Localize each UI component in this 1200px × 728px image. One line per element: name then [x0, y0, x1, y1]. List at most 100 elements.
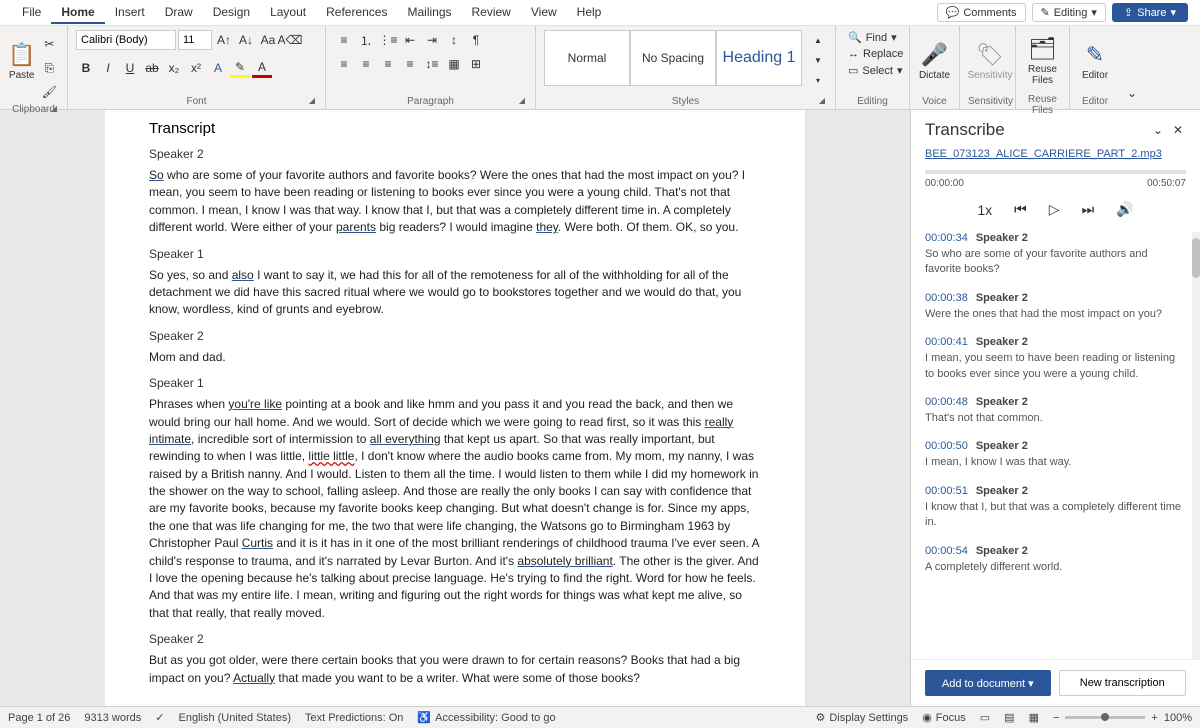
shrink-font-icon[interactable]: A↓ [236, 30, 256, 50]
show-marks-icon[interactable]: ¶ [466, 30, 486, 50]
menu-review[interactable]: Review [462, 2, 521, 24]
dialog-launcher-icon[interactable]: ◢ [819, 96, 825, 105]
zoom-in-icon[interactable]: + [1151, 712, 1157, 724]
audio-file-link[interactable]: BEE_073123_ALICE_CARRIERE_PART_2.mp3 [911, 144, 1200, 164]
bullets-icon[interactable]: ≡ [334, 30, 354, 50]
read-mode-icon[interactable]: ▭ [980, 711, 990, 724]
dialog-launcher-icon[interactable]: ◢ [519, 96, 525, 105]
strike-icon[interactable]: ab [142, 58, 162, 78]
line-spacing-icon[interactable]: ↕≡ [422, 54, 442, 74]
menu-layout[interactable]: Layout [260, 2, 316, 24]
entry-timestamp[interactable]: 00:00:50 [925, 440, 968, 452]
styles-more-icon[interactable]: ▾ [808, 70, 828, 90]
paste-button[interactable]: 📋Paste [8, 30, 35, 92]
grow-font-icon[interactable]: A↑ [214, 30, 234, 50]
menu-view[interactable]: View [521, 2, 567, 24]
skip-back-icon[interactable]: ⏮ [1014, 201, 1027, 218]
collapse-ribbon-icon[interactable]: ⌄ [1122, 83, 1142, 103]
align-center-icon[interactable]: ≡ [356, 54, 376, 74]
transcript-entry[interactable]: 00:00:41Speaker 2I mean, you seem to hav… [925, 336, 1186, 382]
style-heading1[interactable]: Heading 1 [716, 30, 802, 86]
font-name-select[interactable] [76, 30, 176, 50]
font-color-icon[interactable]: A [252, 58, 272, 78]
volume-icon[interactable]: 🔊 [1116, 201, 1133, 218]
italic-icon[interactable]: I [98, 58, 118, 78]
share-button[interactable]: ⇪ Share ▾ [1112, 3, 1188, 22]
editor-button[interactable]: ✎Editor [1078, 30, 1112, 92]
reuse-files-button[interactable]: 🗂Reuse Files [1024, 30, 1061, 92]
justify-icon[interactable]: ≡ [400, 54, 420, 74]
entry-timestamp[interactable]: 00:00:51 [925, 485, 968, 497]
transcript-entry[interactable]: 00:00:34Speaker 2So who are some of your… [925, 232, 1186, 278]
transcript-entry[interactable]: 00:00:48Speaker 2That's not that common. [925, 396, 1186, 426]
print-layout-icon[interactable]: ▤ [1004, 711, 1014, 724]
clear-format-icon[interactable]: A⌫ [280, 30, 300, 50]
transcript-entry[interactable]: 00:00:54Speaker 2A completely different … [925, 545, 1186, 575]
styles-down-icon[interactable]: ▼ [808, 50, 828, 70]
copy-icon[interactable]: ⎘ [39, 58, 59, 78]
menu-references[interactable]: References [316, 2, 397, 24]
spellcheck-icon[interactable]: ✓ [155, 711, 164, 724]
borders-icon[interactable]: ⊞ [466, 54, 486, 74]
style-normal[interactable]: Normal [544, 30, 630, 86]
sensitivity-button[interactable]: 🏷Sensitivity [968, 30, 1012, 92]
display-settings[interactable]: ⚙ Display Settings [815, 711, 908, 724]
superscript-icon[interactable]: x² [186, 58, 206, 78]
decrease-indent-icon[interactable]: ⇤ [400, 30, 420, 50]
menu-file[interactable]: File [12, 2, 51, 24]
entry-timestamp[interactable]: 00:00:38 [925, 292, 968, 304]
font-size-select[interactable] [178, 30, 212, 50]
web-layout-icon[interactable]: ▦ [1029, 711, 1039, 724]
zoom-level[interactable]: 100% [1164, 712, 1192, 724]
replace-button[interactable]: ↔ Replace [844, 47, 907, 61]
bold-icon[interactable]: B [76, 58, 96, 78]
menu-insert[interactable]: Insert [105, 2, 155, 24]
play-icon[interactable]: ▷ [1049, 201, 1060, 218]
menu-home[interactable]: Home [51, 2, 104, 24]
subscript-icon[interactable]: x₂ [164, 58, 184, 78]
dictate-button[interactable]: 🎤Dictate [918, 30, 951, 92]
align-right-icon[interactable]: ≡ [378, 54, 398, 74]
scrollbar[interactable] [1192, 232, 1200, 659]
entry-timestamp[interactable]: 00:00:41 [925, 336, 968, 348]
new-transcription-button[interactable]: New transcription [1059, 670, 1187, 696]
format-painter-icon[interactable]: 🖌 [39, 82, 59, 102]
menu-draw[interactable]: Draw [155, 2, 203, 24]
accessibility-status[interactable]: ♿ Accessibility: Good to go [417, 711, 555, 724]
close-icon[interactable]: ✕ [1168, 120, 1188, 140]
page-indicator[interactable]: Page 1 of 26 [8, 712, 70, 724]
skip-forward-icon[interactable]: ⏭ [1082, 201, 1095, 218]
sort-icon[interactable]: ↕ [444, 30, 464, 50]
text-predictions[interactable]: Text Predictions: On [305, 712, 403, 724]
entry-timestamp[interactable]: 00:00:48 [925, 396, 968, 408]
transcript-paragraph[interactable]: But as you got older, were there certain… [149, 652, 761, 687]
styles-up-icon[interactable]: ▲ [808, 30, 828, 50]
highlight-icon[interactable]: ✎ [230, 58, 250, 78]
entry-timestamp[interactable]: 00:00:34 [925, 232, 968, 244]
language-indicator[interactable]: English (United States) [178, 712, 291, 724]
menu-design[interactable]: Design [203, 2, 260, 24]
audio-progress[interactable] [925, 170, 1186, 174]
cut-icon[interactable]: ✂ [39, 34, 59, 54]
transcript-paragraph[interactable]: So yes, so and also I want to say it, we… [149, 267, 761, 319]
transcript-paragraph[interactable]: Mom and dad. [149, 349, 761, 366]
dialog-launcher-icon[interactable]: ◢ [51, 104, 57, 113]
transcript-paragraph[interactable]: Phrases when you're like pointing at a b… [149, 396, 761, 622]
editing-mode-button[interactable]: ✎ Editing ▾ [1032, 3, 1106, 22]
underline-icon[interactable]: U [120, 58, 140, 78]
transcript-paragraph[interactable]: So who are some of your favorite authors… [149, 167, 761, 237]
menu-mailings[interactable]: Mailings [397, 2, 461, 24]
text-effects-icon[interactable]: A [208, 58, 228, 78]
document-area[interactable]: TranscriptSpeaker 2So who are some of yo… [0, 110, 910, 706]
dialog-launcher-icon[interactable]: ◢ [309, 96, 315, 105]
chevron-down-icon[interactable]: ⌄ [1148, 120, 1168, 140]
multilevel-icon[interactable]: ⋮≡ [378, 30, 398, 50]
transcript-entry[interactable]: 00:00:50Speaker 2I mean, I know I was th… [925, 440, 1186, 470]
entry-timestamp[interactable]: 00:00:54 [925, 545, 968, 557]
numbering-icon[interactable]: ⒈ [356, 30, 376, 50]
align-left-icon[interactable]: ≡ [334, 54, 354, 74]
zoom-slider[interactable] [1065, 716, 1145, 719]
playback-speed[interactable]: 1x [977, 202, 992, 218]
style-nospacing[interactable]: No Spacing [630, 30, 716, 86]
find-button[interactable]: 🔍 Find ▾ [844, 30, 907, 45]
